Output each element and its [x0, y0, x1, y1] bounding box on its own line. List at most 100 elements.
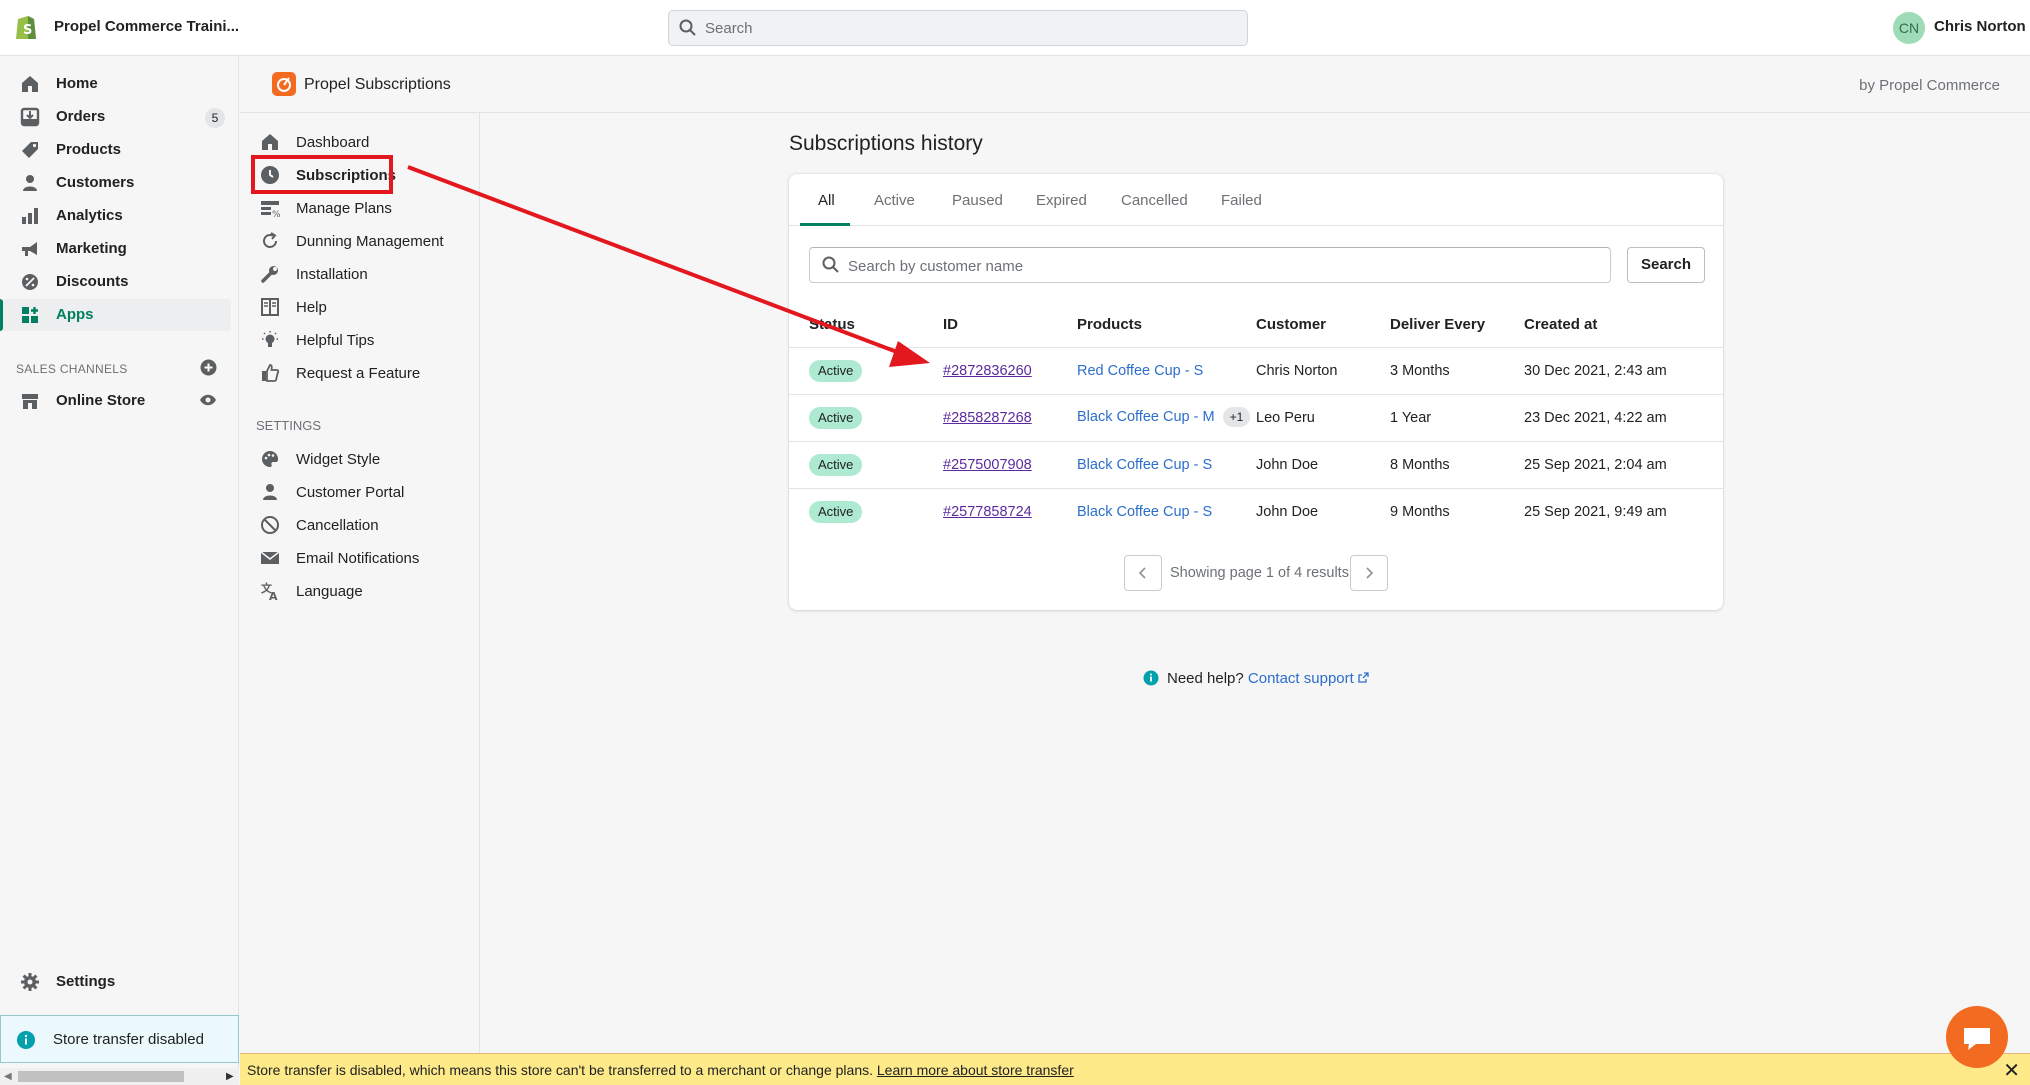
product-link[interactable]: Black Coffee Cup - M	[1077, 409, 1215, 425]
table-row[interactable]: Active #2575007908 Black Coffee Cup - S …	[789, 441, 1723, 488]
user-name[interactable]: Chris Norton	[1934, 18, 2026, 35]
app-menu-manage-plans[interactable]: % Manage Plans	[240, 193, 479, 223]
created-at: 25 Sep 2021, 9:49 am	[1524, 504, 1667, 520]
extra-products-badge[interactable]: +1	[1222, 407, 1251, 427]
app-menu-label: Dunning Management	[296, 233, 444, 250]
tab-failed[interactable]: Failed	[1221, 192, 1262, 209]
nav-item-apps[interactable]: Apps	[0, 299, 231, 331]
column-header-created-at[interactable]: Created at	[1524, 316, 1597, 333]
tab-paused[interactable]: Paused	[952, 192, 1003, 209]
nav-label: Marketing	[56, 240, 127, 257]
previous-page-button[interactable]	[1124, 555, 1162, 591]
tab-all[interactable]: All	[818, 192, 835, 209]
avatar[interactable]: CN	[1893, 12, 1925, 44]
app-menu-email-notifications[interactable]: Email Notifications	[240, 543, 479, 573]
column-header-products[interactable]: Products	[1077, 316, 1142, 333]
app-menu-request-feature[interactable]: Request a Feature	[240, 358, 479, 388]
gear-icon	[21, 973, 39, 991]
store-name[interactable]: Propel Commerce Traini...	[54, 18, 239, 35]
search-button[interactable]: Search	[1627, 247, 1705, 283]
nav-label: Orders	[56, 108, 106, 125]
created-at: 30 Dec 2021, 2:43 am	[1524, 363, 1667, 379]
nav-label: Apps	[56, 306, 94, 323]
nav-item-online-store[interactable]: Online Store	[0, 385, 231, 417]
store-icon	[22, 394, 38, 409]
app-menu-cancellation[interactable]: Cancellation	[240, 510, 479, 540]
pagination-text: Showing page 1 of 4 results	[1170, 565, 1349, 581]
nav-item-analytics[interactable]: Analytics	[0, 200, 231, 232]
app-menu-dashboard[interactable]: Dashboard	[240, 127, 479, 157]
app-menu-label: Customer Portal	[296, 484, 405, 501]
envelope-icon	[260, 551, 280, 564]
learn-more-store-transfer-link[interactable]: Learn more about store transfer	[877, 1062, 1074, 1078]
app-menu-installation[interactable]: Installation	[240, 259, 479, 289]
product-link[interactable]: Red Coffee Cup - S	[1077, 363, 1203, 379]
tab-expired[interactable]: Expired	[1036, 192, 1087, 209]
nav-item-marketing[interactable]: Marketing	[0, 233, 231, 265]
translate-icon: 文A	[261, 581, 278, 601]
subscription-id-link[interactable]: #2575007908	[943, 457, 1032, 473]
scrollbar-thumb[interactable]	[18, 1071, 184, 1082]
nav-item-customers[interactable]: Customers	[0, 167, 231, 199]
global-search-input[interactable]: Search	[668, 10, 1248, 46]
app-menu-helpful-tips[interactable]: Helpful Tips	[240, 325, 479, 355]
app-menu-label: Cancellation	[296, 517, 379, 534]
add-circle-icon[interactable]	[200, 359, 217, 376]
app-menu-dunning-management[interactable]: Dunning Management	[240, 226, 479, 256]
search-icon	[822, 256, 839, 273]
status-badge: Active	[809, 454, 863, 476]
nav-item-discounts[interactable]: Discounts	[0, 266, 231, 298]
svg-text:S: S	[23, 23, 32, 38]
customer-search-field[interactable]	[809, 247, 1611, 283]
tab-cancelled[interactable]: Cancelled	[1121, 192, 1188, 209]
table-row[interactable]: Active #2872836260 Red Coffee Cup - S Ch…	[789, 347, 1723, 394]
product-link[interactable]: Black Coffee Cup - S	[1077, 504, 1212, 520]
app-menu-label: Widget Style	[296, 451, 381, 468]
chat-button[interactable]	[1946, 1006, 2008, 1068]
table-row[interactable]: Active #2858287268 Black Coffee Cup - M …	[789, 394, 1723, 441]
subscription-id-link[interactable]: #2872836260	[943, 363, 1032, 379]
app-title: Propel Subscriptions	[304, 76, 451, 93]
top-bar: S Propel Commerce Traini... Search CN Ch…	[0, 0, 2030, 56]
horizontal-scrollbar[interactable]: ◀ ▶	[0, 1068, 239, 1085]
app-menu-widget-style[interactable]: Widget Style	[240, 444, 479, 474]
subscription-id-link[interactable]: #2577858724	[943, 504, 1032, 520]
store-transfer-notice[interactable]: Store transfer disabled	[0, 1015, 239, 1063]
column-header-customer[interactable]: Customer	[1256, 316, 1326, 333]
product-link[interactable]: Black Coffee Cup - S	[1077, 457, 1212, 473]
customer-search-input[interactable]	[848, 255, 1588, 277]
scroll-left-arrow-icon[interactable]: ◀	[4, 1071, 12, 1082]
app-menu-label: Help	[296, 299, 327, 316]
deliver-every: 3 Months	[1390, 363, 1450, 379]
app-menu-label: Email Notifications	[296, 550, 420, 567]
next-page-button[interactable]	[1350, 555, 1388, 591]
column-header-deliver-every[interactable]: Deliver Every	[1390, 316, 1485, 333]
app-menu-label: Dashboard	[296, 134, 370, 151]
shopify-logo-icon[interactable]: S	[14, 13, 38, 41]
created-at: 23 Dec 2021, 4:22 am	[1524, 410, 1667, 426]
deliver-every: 8 Months	[1390, 457, 1450, 473]
app-vendor: by Propel Commerce	[1859, 77, 2000, 94]
home-icon	[262, 134, 278, 150]
column-header-status[interactable]: Status	[809, 316, 855, 333]
subscription-id-link[interactable]: #2858287268	[943, 410, 1032, 426]
nav-item-home[interactable]: Home	[0, 68, 231, 100]
tab-active[interactable]: Active	[874, 192, 915, 209]
person-icon	[23, 175, 37, 191]
nav-item-products[interactable]: Products	[0, 134, 231, 166]
product-cell: Black Coffee Cup - M +1	[1077, 407, 1251, 427]
nav-label: Discounts	[56, 273, 129, 290]
nav-item-settings[interactable]: Settings	[0, 966, 231, 998]
contact-support-label: Contact support	[1247, 670, 1354, 687]
help-footer: Need help? Contact support	[1143, 670, 1369, 687]
contact-support-link[interactable]: Contact support	[1248, 670, 1369, 687]
app-menu-help[interactable]: Help	[240, 292, 479, 322]
scroll-right-arrow-icon[interactable]: ▶	[226, 1071, 234, 1082]
column-header-id[interactable]: ID	[943, 316, 958, 333]
app-menu-language[interactable]: 文A Language	[240, 576, 479, 606]
table-row[interactable]: Active #2577858724 Black Coffee Cup - S …	[789, 488, 1723, 535]
nav-item-orders[interactable]: Orders 5	[0, 101, 231, 133]
eye-icon[interactable]	[199, 393, 217, 407]
app-menu-customer-portal[interactable]: Customer Portal	[240, 477, 479, 507]
subscriptions-card: All Active Paused Expired Cancelled Fail…	[789, 174, 1723, 610]
